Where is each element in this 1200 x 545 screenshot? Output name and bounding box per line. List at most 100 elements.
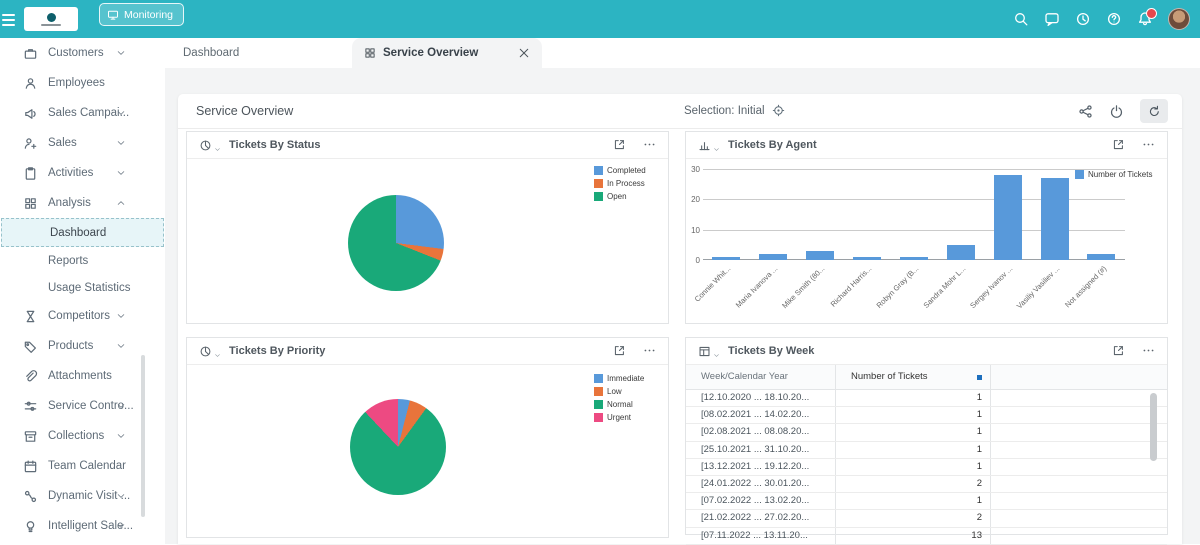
calendar-icon	[23, 459, 38, 474]
bar[interactable]	[946, 244, 975, 260]
sidebar-item-label: Dashboard	[50, 226, 107, 239]
sidebar-item-employees[interactable]: Employees	[0, 68, 165, 98]
table-row[interactable]: [12.10.2020 ... 18.10.20... 1	[686, 390, 1167, 408]
refresh-icon	[1148, 105, 1161, 118]
sidebar-item-sales-campaigns[interactable]: Sales Campai...	[0, 98, 165, 128]
sidebar-scrollbar[interactable]	[141, 355, 145, 517]
open-in-new-icon[interactable]	[1112, 138, 1125, 151]
chevron-down-icon[interactable]	[214, 146, 221, 153]
history-icon[interactable]	[1075, 11, 1091, 27]
legend-label: Immediate	[607, 374, 645, 383]
sidebar-item-label: Competitors	[48, 310, 110, 322]
tag-icon	[23, 339, 38, 354]
megaphone-icon	[23, 106, 38, 121]
table-icon	[698, 345, 711, 358]
tab-dashboard[interactable]: Dashboard	[183, 38, 239, 68]
monitoring-workspace-tab[interactable]: Monitoring	[99, 3, 185, 26]
open-in-new-icon[interactable]	[613, 344, 626, 357]
menu-icon[interactable]	[2, 14, 15, 29]
logo-wordmark	[41, 23, 61, 26]
chevron-down-icon[interactable]	[713, 146, 720, 153]
bar[interactable]	[1087, 253, 1116, 260]
sidebar-item-activities[interactable]: Activities	[0, 158, 165, 188]
bar[interactable]	[1040, 178, 1069, 260]
bar[interactable]	[993, 175, 1022, 260]
more-options-icon[interactable]	[1142, 344, 1155, 357]
clipboard-icon	[23, 166, 38, 181]
priority-legend: Immediate Low Normal Urgent	[594, 374, 644, 426]
chevron-down-icon	[116, 491, 126, 501]
chevron-down-icon	[116, 341, 126, 351]
legend-label: In Process	[607, 179, 645, 188]
dashboard-card: Service Overview Selection: Initial Tick…	[178, 94, 1182, 545]
archive-icon	[23, 429, 38, 444]
sidebar-item-sales[interactable]: Sales	[0, 128, 165, 158]
table-row[interactable]: [02.08.2021 ... 08.08.20... 1	[686, 424, 1167, 442]
close-icon[interactable]	[518, 47, 530, 59]
open-in-new-icon[interactable]	[1112, 344, 1125, 357]
dashboard-header: Service Overview Selection: Initial	[178, 94, 1182, 129]
more-options-icon[interactable]	[643, 344, 656, 357]
panel-title: Tickets By Status	[229, 139, 321, 151]
table-row[interactable]: [07.11.2022 ... 13.11.20... 13	[686, 527, 1167, 545]
search-icon[interactable]	[1013, 11, 1029, 27]
company-logo[interactable]	[24, 7, 78, 31]
open-in-new-icon[interactable]	[613, 138, 626, 151]
notifications-bell-icon[interactable]	[1137, 8, 1157, 27]
table-scrollbar[interactable]	[1150, 393, 1157, 461]
refresh-button[interactable]	[1140, 99, 1168, 123]
sidebar-item-reports[interactable]: Reports	[0, 247, 165, 274]
help-icon[interactable]	[1106, 11, 1122, 27]
sidebar-item-dashboard[interactable]: Dashboard	[1, 218, 164, 247]
sidebar-item-usage-statistics[interactable]: Usage Statistics	[0, 274, 165, 301]
tab-service-overview[interactable]: Service Overview	[352, 38, 542, 68]
bar-chart-icon	[698, 139, 711, 152]
bar[interactable]	[899, 256, 928, 260]
grid-icon	[23, 196, 38, 211]
legend-item: Number of Tickets	[1075, 170, 1152, 179]
bar[interactable]	[806, 250, 835, 260]
feedback-chat-icon[interactable]	[1044, 11, 1060, 27]
share-icon[interactable]	[1078, 104, 1093, 119]
bar[interactable]	[853, 256, 882, 260]
sidebar-item-label: Customers	[48, 47, 104, 59]
table-row[interactable]: [13.12.2021 ... 19.12.20... 1	[686, 458, 1167, 476]
table-row[interactable]: [24.01.2022 ... 30.01.20... 2	[686, 475, 1167, 494]
legend-swatch	[594, 179, 603, 188]
table-row[interactable]: [07.02.2022 ... 13.02.20... 1	[686, 493, 1167, 511]
chevron-down-icon[interactable]	[713, 352, 720, 359]
legend-item: Immediate	[594, 374, 644, 383]
chevron-down-icon[interactable]	[214, 352, 221, 359]
sidebar-item-analysis[interactable]: Analysis	[0, 188, 165, 218]
bar[interactable]	[759, 253, 788, 260]
agent-bar-plot: 30 20 10 0 Connie Whit... Maria Ivanova …	[691, 165, 1125, 311]
priority-pie-chart[interactable]	[350, 399, 446, 495]
column-header-tickets[interactable]: Number of Tickets	[836, 365, 991, 389]
legend-item: In Process	[594, 179, 646, 188]
sidebar-item-label: Team Calendar	[48, 460, 126, 472]
y-tick: 0	[695, 256, 700, 265]
more-options-icon[interactable]	[643, 138, 656, 151]
bar[interactable]	[712, 256, 741, 260]
legend-label: Normal	[607, 400, 633, 409]
sidebar-item-label: Attachments	[48, 370, 112, 382]
column-header-week[interactable]: Week/Calendar Year	[686, 365, 836, 389]
user-avatar[interactable]	[1168, 8, 1190, 30]
sidebar-item-customers[interactable]: Customers	[0, 38, 165, 68]
sidebar-item-competitors[interactable]: Competitors	[0, 301, 165, 331]
chevron-down-icon	[116, 108, 126, 118]
sidebar-item-label: Products	[48, 340, 94, 352]
chevron-down-icon	[116, 521, 126, 531]
status-pie-chart[interactable]	[348, 195, 444, 291]
y-tick: 30	[691, 165, 700, 174]
table-row[interactable]: [21.02.2022 ... 27.02.20... 2	[686, 510, 1167, 528]
table-row[interactable]: [25.10.2021 ... 31.10.20... 1	[686, 441, 1167, 459]
selection-control[interactable]: Selection: Initial	[684, 104, 785, 117]
table-row[interactable]: [08.02.2021 ... 14.02.20... 1	[686, 407, 1167, 425]
more-options-icon[interactable]	[1142, 138, 1155, 151]
power-icon[interactable]	[1109, 104, 1124, 119]
panel-title: Tickets By Agent	[728, 139, 817, 151]
legend-label: Urgent	[607, 413, 632, 422]
gear-icon[interactable]	[772, 104, 785, 117]
y-tick: 10	[691, 226, 700, 235]
